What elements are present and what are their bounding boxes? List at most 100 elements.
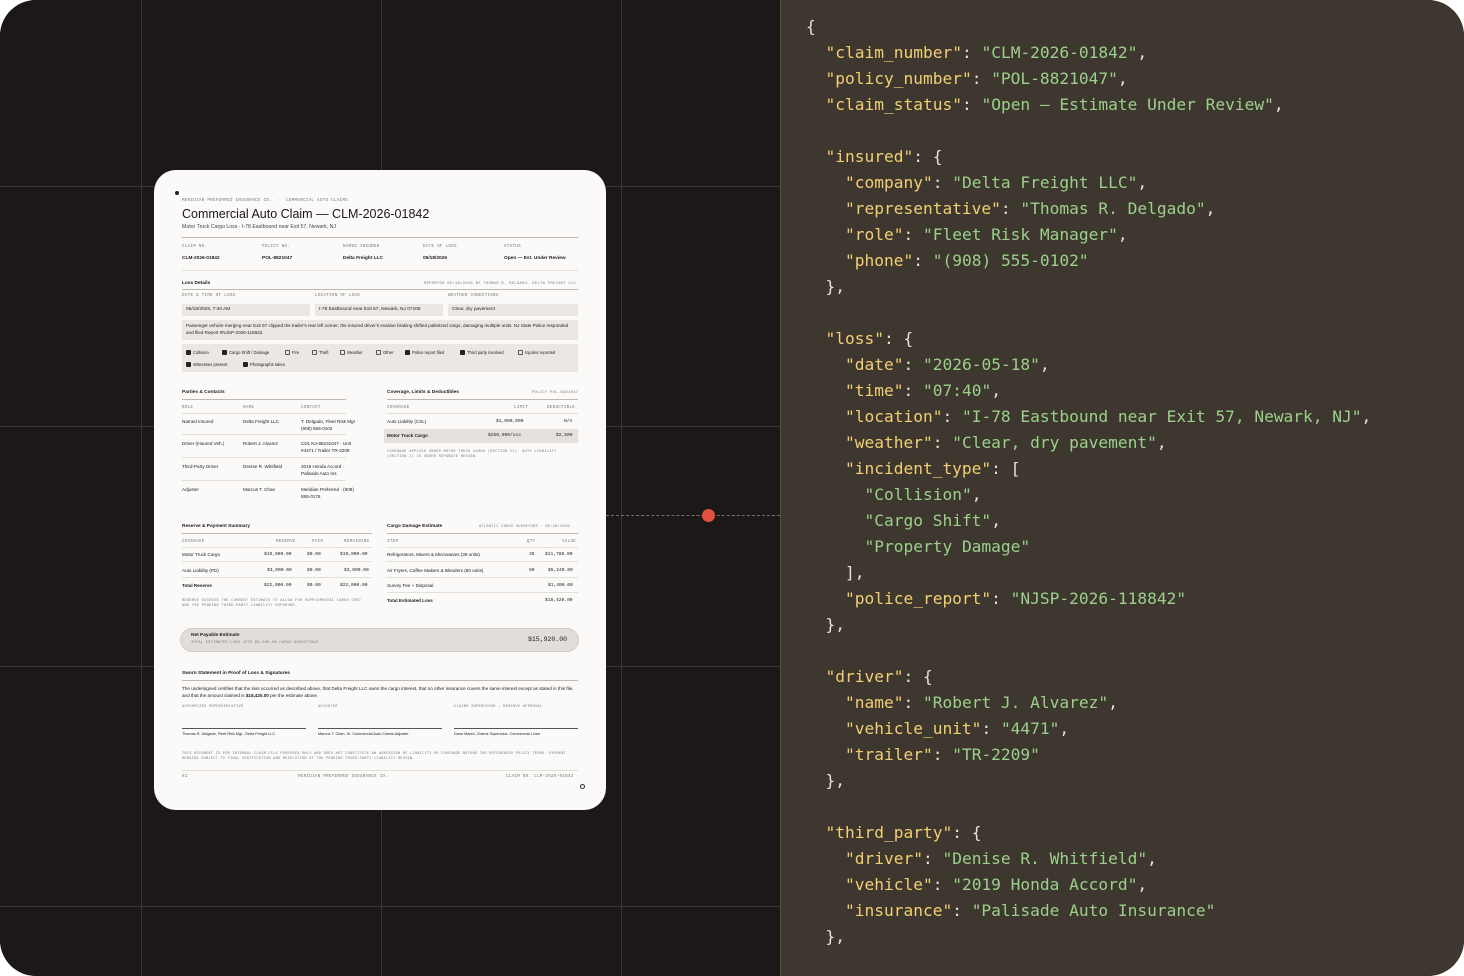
checkbox-third-party[interactable]: Third party involved <box>460 349 504 355</box>
code-line: "time": "07:40", <box>806 378 1371 404</box>
section-title: Parties & Contacts <box>182 390 225 395</box>
party-contact: (908) 555-0102 <box>301 426 333 431</box>
checkbox-fire[interactable]: Fire <box>285 349 300 355</box>
column-header: PAID <box>312 540 324 544</box>
checkbox-label: Fire <box>292 350 300 355</box>
checkbox-witnesses[interactable]: Witnesses present <box>186 361 228 367</box>
column-header: QTY <box>527 540 536 544</box>
connector-dot[interactable] <box>702 509 715 522</box>
code-key: "loss" <box>825 329 884 348</box>
net-payable-bar[interactable] <box>180 628 579 652</box>
code-punct: , <box>1147 849 1157 868</box>
checkbox-theft[interactable]: Theft <box>312 349 329 355</box>
cargo-value: $18,420.00 <box>545 598 573 603</box>
checkbox-injuries[interactable]: Injuries reported <box>518 349 555 355</box>
code-key: "vehicle" <box>844 875 933 894</box>
code-string: "07:40" <box>922 381 992 400</box>
summary-label: CLAIM NO. <box>182 245 208 249</box>
checkbox-photographs[interactable]: Photographs taken <box>243 361 285 367</box>
summary-label: DATE OF LOSS <box>423 245 457 249</box>
disclaimer: THIS DOCUMENT IS FOR INTERNAL CLAIM-FILE… <box>182 752 567 761</box>
grid-line <box>141 0 142 976</box>
party-contact: 555-0176 <box>301 494 321 499</box>
code-string: "Open – Estimate Under Review" <box>981 95 1274 114</box>
signature-line[interactable] <box>454 728 578 729</box>
checkbox-icon <box>222 349 227 355</box>
location-field[interactable]: I-78 Eastbound near Exit 57, Newark, NJ … <box>315 304 443 316</box>
signature-line[interactable] <box>318 728 442 729</box>
code-punct: : <box>961 43 982 62</box>
code-key: "role" <box>844 225 904 244</box>
column-header: REMAINING <box>344 540 370 544</box>
json-code-view[interactable]: { "claim_number": "CLM-2026-01842", "pol… <box>806 14 1371 950</box>
code-punct: : <box>961 95 982 114</box>
divider <box>387 399 578 400</box>
column-header: LIMIT <box>514 406 529 410</box>
code-key: "trailer" <box>844 745 933 764</box>
code-key: "insured" <box>825 147 914 166</box>
code-line: "Cargo Shift", <box>806 508 1371 534</box>
signer-name: Dana Marsh, Claims Supervisor, Commercia… <box>454 732 540 736</box>
code-string: "Collision" <box>864 485 972 504</box>
section-title: Reserve & Payment Summary <box>182 524 250 529</box>
cargo-item: Survey Fee + Disposal <box>387 583 434 588</box>
corner-marker <box>580 784 585 789</box>
code-key: "claim_number" <box>825 43 962 62</box>
code-string: "2019 Honda Accord" <box>952 875 1138 894</box>
code-key: "driver" <box>844 849 923 868</box>
divider <box>387 413 578 414</box>
signer-name: Thomas R. Delgado, Fleet Risk Mgr., Delt… <box>182 732 276 736</box>
paid-amount: $0.00 <box>307 568 321 573</box>
checkbox-collision[interactable]: Collision <box>186 349 209 355</box>
summary-value: Open — Est. Under Review <box>504 256 566 261</box>
survey-source: ATLANTIC CARGO SURVEYORS · 05/20/2026 <box>479 525 570 529</box>
checkbox-icon <box>186 361 191 367</box>
remaining-amount: $22,000.00 <box>340 583 368 588</box>
code-key: "third_party" <box>825 823 953 842</box>
divider <box>182 434 346 435</box>
code-punct: , <box>1059 719 1070 738</box>
checkbox-weather[interactable]: Weather <box>340 349 363 355</box>
code-line: "loss": { <box>806 326 1371 352</box>
date-field[interactable]: 05/18/2026, 7:40 AM <box>182 304 310 316</box>
divider <box>182 480 346 481</box>
code-punct: : { <box>952 823 982 842</box>
checkbox-other[interactable]: Other <box>376 349 393 355</box>
claim-document[interactable]: MERIDIAN PREFERRED INSURANCE CO. · COMME… <box>154 170 606 810</box>
checkbox-label: Witnesses present <box>193 362 228 367</box>
checkbox-icon <box>376 349 381 355</box>
code-key: "incident_type" <box>844 459 992 478</box>
code-punct: : <box>932 433 953 452</box>
coverage-note: COVERAGE APPLIED UNDER MOTOR TRUCK CARGO… <box>387 450 557 459</box>
summary-value: POL-8821047 <box>262 256 293 261</box>
divider <box>182 237 578 238</box>
weather-field[interactable]: Clear, dry pavement <box>448 304 578 316</box>
signature-label: AUTHORIZED REPRESENTATIVE <box>182 705 244 709</box>
checkbox-police-report[interactable]: Police report filed <box>405 349 444 355</box>
column-header: VALUE <box>562 540 577 544</box>
code-string: "POL-8821047" <box>991 69 1118 88</box>
summary-value: Delta Freight LLC <box>343 256 383 261</box>
divider <box>182 533 372 534</box>
signature-label: ADJUSTER <box>318 705 338 709</box>
code-punct: , <box>1273 95 1284 114</box>
coverage-deductible: N/A <box>564 419 573 424</box>
loss-description[interactable]: Passenger vehicle merging near Exit 57 c… <box>182 320 578 340</box>
code-punct: , <box>1137 173 1148 192</box>
claimed-amount: $18,420.00 <box>245 693 269 698</box>
party-name: Delta Freight LLC <box>243 419 280 424</box>
section-title: Coverage, Limits & Deductibles <box>387 390 459 395</box>
code-line: "driver": "Denise R. Whitfield", <box>806 846 1371 872</box>
checkbox-icon <box>518 349 523 355</box>
policy-ref: POLICY POL-8821047 <box>532 391 579 395</box>
checkbox-label: Weather <box>347 350 363 355</box>
code-punct: , <box>1117 69 1128 88</box>
checkbox-icon <box>243 361 248 367</box>
checkbox-cargo-shift[interactable]: Cargo Shift / Damage <box>222 349 269 355</box>
signature-line[interactable] <box>182 728 306 729</box>
